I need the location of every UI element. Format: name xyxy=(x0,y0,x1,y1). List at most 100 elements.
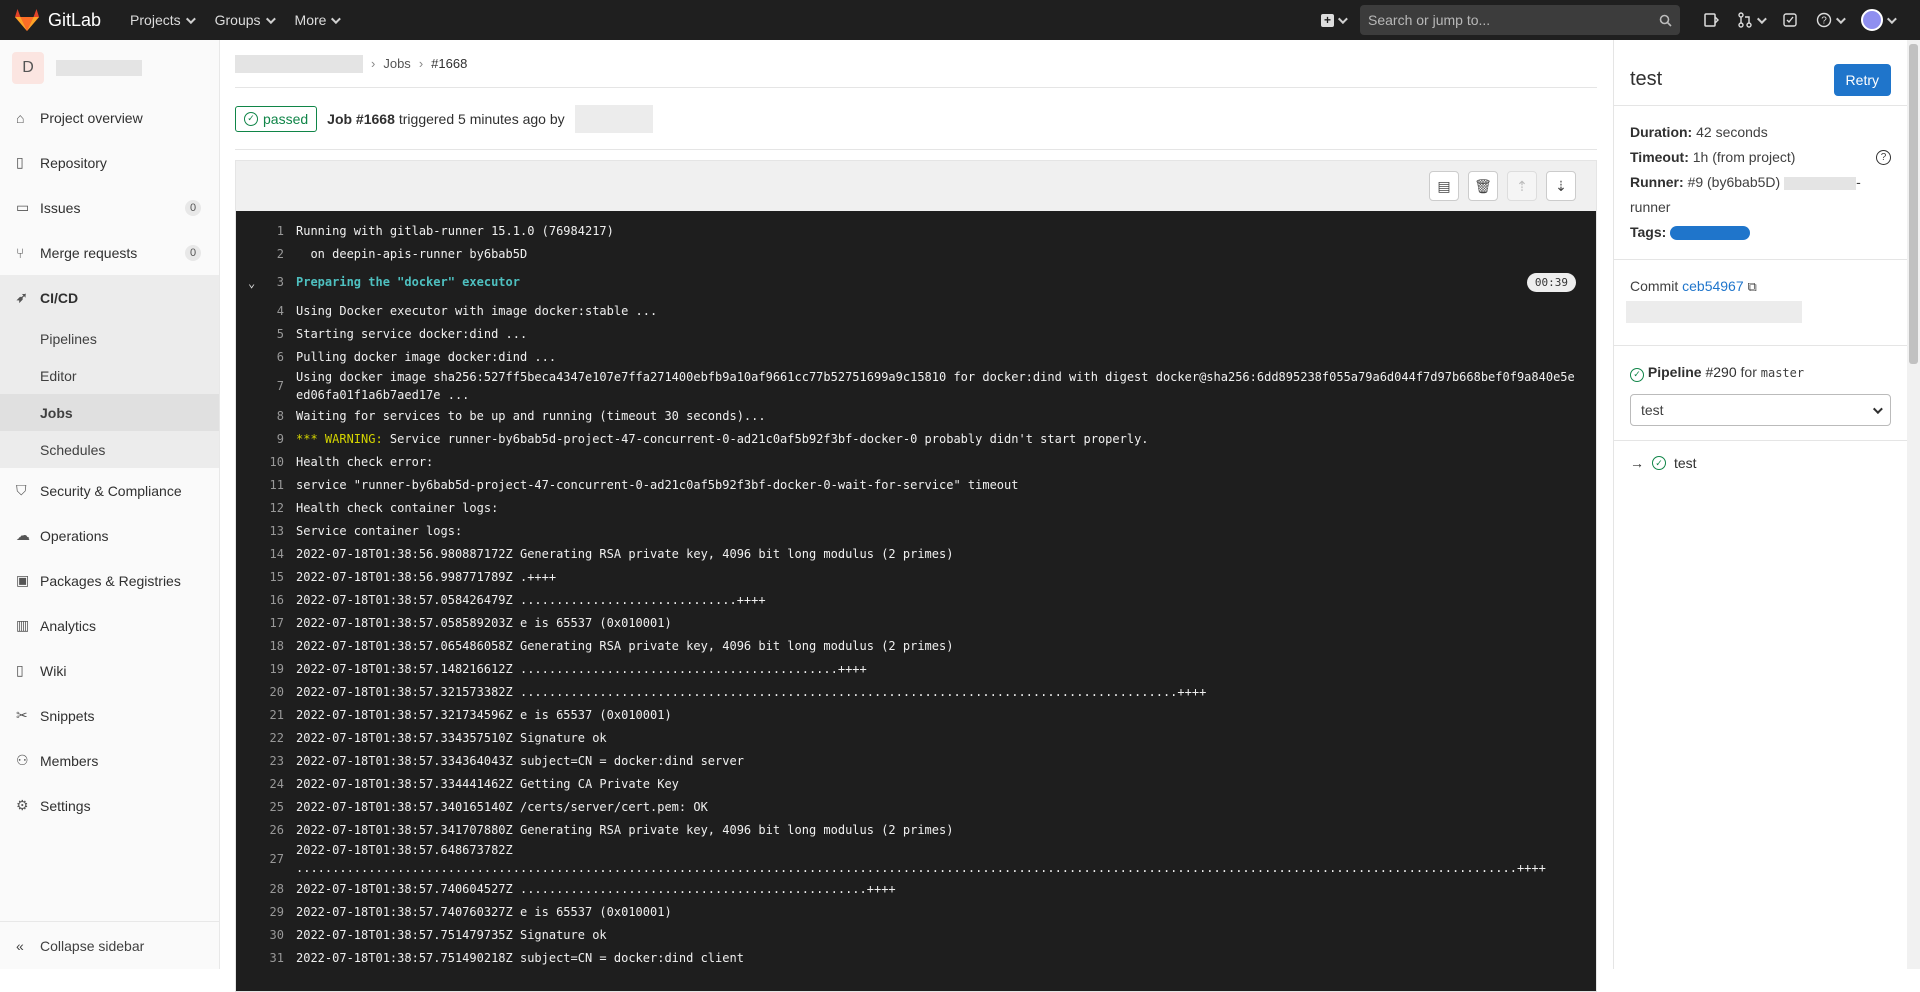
scrollbar-thumb[interactable] xyxy=(1909,44,1918,364)
line-number[interactable]: 26 xyxy=(236,823,296,837)
line-text: 2022-07-18T01:38:57.334364043Z subject=C… xyxy=(296,753,744,768)
line-number[interactable]: 4 xyxy=(236,304,296,318)
sidebar-item-members[interactable]: ⚇ Members xyxy=(0,738,219,783)
pipeline-branch[interactable]: master xyxy=(1761,366,1804,380)
sidebar-item-label: Project overview xyxy=(40,109,143,126)
stage-select[interactable]: test xyxy=(1630,394,1891,426)
sidebar-item-operations[interactable]: ☁ Operations xyxy=(0,513,219,558)
sidebar-item-repository[interactable]: ▯ Repository xyxy=(0,140,219,185)
log-line: 31 2022-07-18T01:38:57.751490218Z subject… xyxy=(236,946,1596,969)
log-line: 29 2022-07-18T01:38:57.740760327Z e is 65… xyxy=(236,900,1596,923)
page-scrollbar[interactable] xyxy=(1907,40,1920,969)
line-number[interactable]: 15 xyxy=(236,570,296,584)
line-number[interactable]: 14 xyxy=(236,547,296,561)
sidebar-item-snippets[interactable]: ✂ Snippets xyxy=(0,693,219,738)
svg-text:?: ? xyxy=(1821,16,1827,27)
help-button[interactable]: ? xyxy=(1816,12,1846,28)
projects-menu[interactable]: Projects xyxy=(130,12,196,28)
search-input[interactable]: Search or jump to... xyxy=(1360,5,1680,35)
sidebar-item-project-overview[interactable]: ⌂ Project overview xyxy=(0,95,219,140)
line-number[interactable]: 22 xyxy=(236,731,296,745)
line-number[interactable]: 11 xyxy=(236,478,296,492)
sidebar-item-wiki[interactable]: ▯ Wiki xyxy=(0,648,219,693)
pipeline-for: for xyxy=(1740,364,1757,380)
line-number[interactable]: 6 xyxy=(236,350,296,364)
merge-requests-button[interactable] xyxy=(1737,12,1767,28)
line-number[interactable]: 10 xyxy=(236,455,296,469)
line-number[interactable]: 13 xyxy=(236,524,296,538)
line-number[interactable]: 28 xyxy=(236,882,296,896)
groups-menu[interactable]: Groups xyxy=(215,12,276,28)
sidebar-item-issues[interactable]: ▭ Issues 0 xyxy=(0,185,219,230)
line-number[interactable]: 5 xyxy=(236,327,296,341)
job-details: Duration: 42 seconds Timeout: 1h (from p… xyxy=(1614,106,1907,260)
sidebar-sub-editor[interactable]: Editor xyxy=(0,357,219,394)
double-chevron-left-icon: « xyxy=(16,937,24,954)
breadcrumb-jobs[interactable]: Jobs xyxy=(383,56,410,71)
line-number[interactable]: 8 xyxy=(236,409,296,423)
redacted-user xyxy=(574,104,653,133)
line-number[interactable]: 9 xyxy=(236,432,296,446)
log-section-header[interactable]: ⌄ 3 Preparing the "docker" executor 00:39 xyxy=(236,265,1596,299)
chevron-down-icon[interactable]: ⌄ xyxy=(248,276,260,290)
chevron-down-icon xyxy=(185,13,196,24)
status-badge[interactable]: ✓ passed xyxy=(235,105,318,132)
line-number[interactable]: 29 xyxy=(236,905,296,919)
log-line: 9 *** WARNING: Service runner-by6bab5d-pr… xyxy=(236,427,1596,450)
sidebar-item-analytics[interactable]: ▥ Analytics xyxy=(0,603,219,648)
sidebar-sub-label: Jobs xyxy=(40,404,73,421)
copy-icon[interactable]: ⧉ xyxy=(1748,279,1757,294)
help-icon[interactable]: ? xyxy=(1876,150,1891,165)
line-number[interactable]: 18 xyxy=(236,639,296,653)
line-number[interactable]: 24 xyxy=(236,777,296,791)
sidebar-item-merge-requests[interactable]: ⑂ Merge requests 0 xyxy=(0,230,219,275)
sidebar-sub-jobs[interactable]: Jobs xyxy=(0,394,219,431)
sidebar-item-packages[interactable]: ▣ Packages & Registries xyxy=(0,558,219,603)
new-dropdown-button[interactable]: + xyxy=(1321,13,1348,27)
log-line: 19 2022-07-18T01:38:57.148216612Z .......… xyxy=(236,657,1596,680)
commit-sha-link[interactable]: ceb54967 xyxy=(1682,278,1744,294)
line-text: 2022-07-18T01:38:57.065486058Z Generatin… xyxy=(296,638,954,653)
gitlab-logo[interactable]: GitLab xyxy=(14,8,101,32)
line-number[interactable]: 21 xyxy=(236,708,296,722)
line-number[interactable]: 12 xyxy=(236,501,296,515)
line-text: 2022-07-18T01:38:56.980887172Z Generatin… xyxy=(296,546,954,561)
user-menu[interactable] xyxy=(1861,9,1897,31)
line-number[interactable]: 19 xyxy=(236,662,296,676)
check-circle-icon: ✓ xyxy=(1652,456,1666,470)
issues-button[interactable] xyxy=(1703,12,1719,28)
line-number[interactable]: 31 xyxy=(236,951,296,965)
job-header: ✓ passed Job #1668 triggered 5 minutes a… xyxy=(235,88,1597,150)
line-number[interactable]: 25 xyxy=(236,800,296,814)
breadcrumb-current[interactable]: #1668 xyxy=(431,56,467,71)
line-number[interactable]: 23 xyxy=(236,754,296,768)
line-text: 2022-07-18T01:38:57.321734596Z e is 6553… xyxy=(296,707,672,722)
sidebar-sub-schedules[interactable]: Schedules xyxy=(0,431,219,468)
sidebar-item-security[interactable]: ⛉ Security & Compliance xyxy=(0,468,219,513)
line-number[interactable]: 2 xyxy=(236,247,296,261)
sidebar-item-cicd[interactable]: ➶ CI/CD xyxy=(0,275,219,320)
sidebar-item-settings[interactable]: ⚙ Settings xyxy=(0,783,219,828)
scroll-top-button[interactable]: ⇡ xyxy=(1507,171,1537,201)
line-number[interactable]: 7 xyxy=(236,379,296,393)
trash-icon: 🗑 xyxy=(1474,177,1492,194)
pipeline-link[interactable]: #290 xyxy=(1705,364,1736,380)
line-number[interactable]: 30 xyxy=(236,928,296,942)
line-number[interactable]: 17 xyxy=(236,616,296,630)
line-number[interactable]: 3 xyxy=(236,275,296,289)
more-menu[interactable]: More xyxy=(295,12,342,28)
erase-log-button[interactable]: 🗑 xyxy=(1468,171,1498,201)
project-header[interactable]: D xyxy=(0,40,219,95)
line-number[interactable]: 16 xyxy=(236,593,296,607)
raw-log-button[interactable]: ▤ xyxy=(1429,171,1459,201)
collapse-sidebar-button[interactable]: « Collapse sidebar xyxy=(0,921,220,969)
retry-button[interactable]: Retry xyxy=(1833,63,1891,96)
line-number[interactable]: 20 xyxy=(236,685,296,699)
line-text: 2022-07-18T01:38:56.998771789Z .++++ xyxy=(296,569,557,584)
line-number[interactable]: 27 xyxy=(236,852,296,866)
todos-button[interactable] xyxy=(1782,12,1798,28)
sidebar-sub-pipelines[interactable]: Pipelines xyxy=(0,320,219,357)
scroll-bottom-button[interactable]: ⇣ xyxy=(1546,171,1576,201)
stage-job-item[interactable]: → ✓ test xyxy=(1614,441,1907,485)
line-number[interactable]: 1 xyxy=(236,224,296,238)
